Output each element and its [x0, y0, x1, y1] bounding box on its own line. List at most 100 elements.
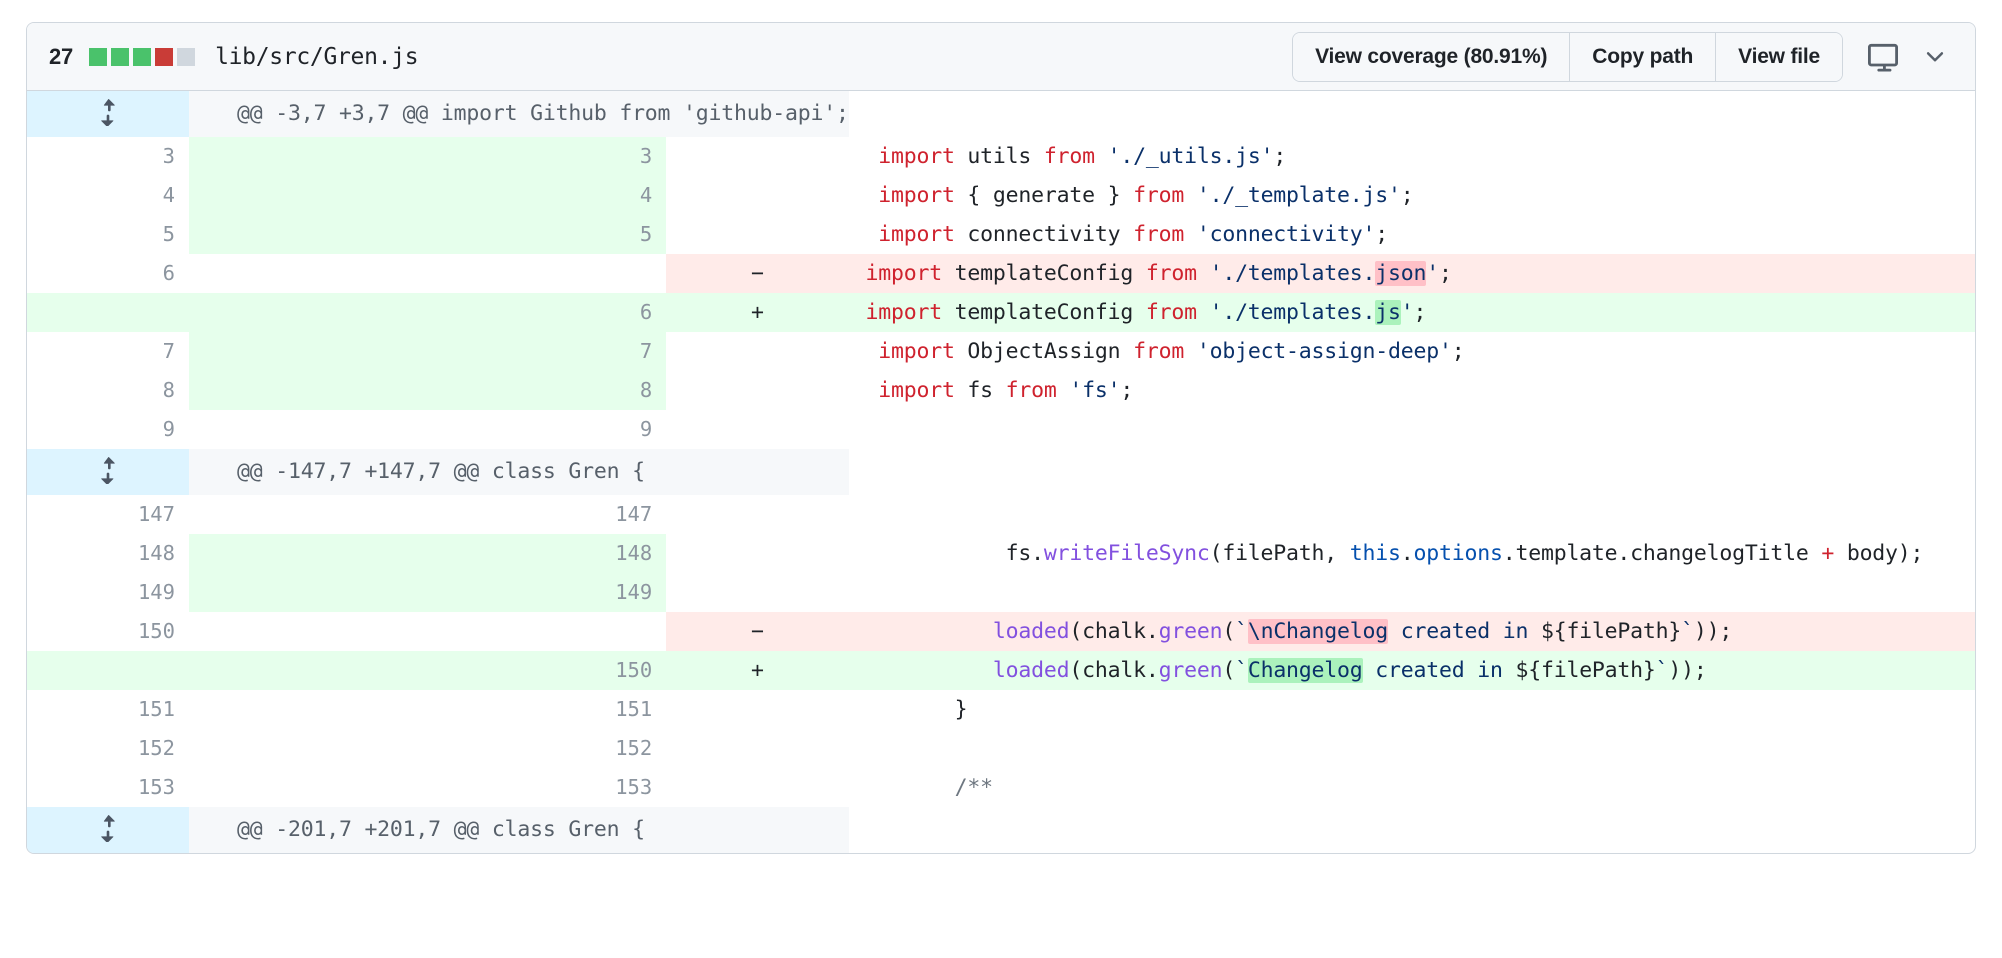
diff-stat-block — [89, 47, 108, 66]
code-cell: /** — [848, 768, 1975, 807]
expand-unfold-icon[interactable] — [27, 91, 189, 137]
diff-line-row[interactable]: 55 import connectivity from 'connectivit… — [27, 215, 1975, 254]
line-number-old[interactable]: 152 — [27, 729, 189, 768]
diff-line-row[interactable]: 152 152 — [27, 729, 1975, 768]
code-token: import — [878, 143, 955, 169]
expand-unfold-icon[interactable] — [27, 449, 189, 495]
line-number-old[interactable]: 148 — [27, 534, 189, 573]
line-number-new[interactable]: 5 — [189, 215, 667, 254]
code-token: './_template.js' — [1196, 182, 1401, 208]
line-number-new[interactable]: 149 — [189, 573, 667, 612]
expand-unfold-icon[interactable] — [27, 807, 189, 853]
line-number-new[interactable]: 4 — [189, 176, 667, 215]
diff-line-row[interactable]: 33 import utils from './_utils.js'; — [27, 137, 1975, 176]
code-token: from — [1133, 182, 1185, 208]
diff-line-row[interactable]: 6 + import templateConfig from './templat… — [27, 293, 1975, 332]
code-cell: } — [848, 690, 1975, 729]
view-file-button[interactable]: View file — [1716, 32, 1842, 81]
code-token: ` — [1235, 618, 1248, 644]
line-number-old[interactable]: 4 — [27, 176, 189, 215]
diff-marker — [666, 495, 849, 534]
diff-marker — [666, 573, 849, 612]
line-number-old[interactable]: 147 — [27, 495, 189, 534]
line-number-old[interactable]: 153 — [27, 768, 189, 807]
line-number-new[interactable]: 151 — [189, 690, 667, 729]
line-number-new[interactable]: 153 — [189, 768, 667, 807]
file-header: 27 lib/src/Gren.js View coverage (80.91%… — [27, 23, 1975, 91]
diff-line-row[interactable]: 99 — [27, 410, 1975, 449]
code-token: )); — [1693, 618, 1733, 644]
diff-line-row[interactable]: 153 153 /** — [27, 768, 1975, 807]
code-token: ; — [1439, 260, 1452, 286]
diff-line-row[interactable]: 88 import fs from 'fs'; — [27, 371, 1975, 410]
line-number-old[interactable]: 150 — [27, 612, 189, 651]
diff-line-row[interactable]: 147 147 — [27, 495, 1975, 534]
diff-marker — [666, 215, 849, 254]
line-number-new[interactable]: 147 — [189, 495, 667, 534]
word-diff-token: js — [1375, 299, 1401, 325]
line-number-new[interactable]: 3 — [189, 137, 667, 176]
line-number-new[interactable] — [189, 254, 667, 293]
diff-line-row[interactable]: 148 148 fs.writeFileSync(filePath, this.o… — [27, 534, 1975, 573]
chevron-down-icon[interactable] — [1913, 33, 1957, 81]
line-number-old[interactable] — [27, 651, 189, 690]
line-number-old[interactable]: 9 — [27, 410, 189, 449]
diff-marker: − — [666, 612, 849, 651]
code-token: ; — [1451, 338, 1465, 364]
diff-stat-block — [111, 47, 130, 66]
line-number-old[interactable] — [27, 293, 189, 332]
diff-line-row[interactable]: 150− loaded(chalk.green(`\nChangelog cre… — [27, 612, 1975, 651]
code-token: ; — [1413, 299, 1427, 325]
line-number-old[interactable]: 3 — [27, 137, 189, 176]
code-token: body); — [1834, 540, 1924, 566]
code-token: import — [878, 338, 955, 364]
diff-page: 27 lib/src/Gren.js View coverage (80.91%… — [0, 0, 2002, 854]
display-icon[interactable] — [1857, 33, 1909, 81]
code-token: from — [1133, 338, 1185, 364]
diff-line-row[interactable]: 150 + loaded(chalk.green(`Changelog creat… — [27, 651, 1975, 690]
code-token: 'object-assign-deep' — [1196, 338, 1452, 364]
line-number-new[interactable]: 148 — [189, 534, 667, 573]
diff-line-row[interactable]: 44 import { generate } from './_template… — [27, 176, 1975, 215]
line-number-old[interactable]: 8 — [27, 371, 189, 410]
line-number-old[interactable]: 5 — [27, 215, 189, 254]
code-token: from — [1145, 299, 1197, 325]
line-number-old[interactable]: 6 — [27, 254, 189, 293]
line-number-old[interactable]: 7 — [27, 332, 189, 371]
copy-path-button[interactable]: Copy path — [1570, 32, 1717, 81]
line-number-new[interactable] — [189, 612, 667, 651]
code-token: templateConfig — [941, 260, 1146, 286]
file-diff-container: 27 lib/src/Gren.js View coverage (80.91%… — [26, 22, 1976, 854]
code-token: templateConfig — [941, 299, 1146, 325]
line-number-old[interactable]: 151 — [27, 690, 189, 729]
code-token: from — [1133, 221, 1185, 247]
line-number-old[interactable]: 149 — [27, 573, 189, 612]
line-number-new[interactable]: 6 — [189, 293, 667, 332]
code-token: ` — [1681, 618, 1694, 644]
line-number-new[interactable]: 7 — [189, 332, 667, 371]
view-coverage-button[interactable]: View coverage (80.91%) — [1293, 32, 1571, 81]
code-token: created in — [1362, 657, 1516, 683]
diff-marker — [666, 410, 849, 449]
line-number-new[interactable]: 152 — [189, 729, 667, 768]
diff-line-row[interactable]: 149 149 — [27, 573, 1975, 612]
hunk-header-text: @@ -3,7 +3,7 @@ import Github from 'gith… — [189, 91, 849, 137]
code-token: )); — [1668, 657, 1707, 683]
code-token: ; — [1400, 182, 1414, 208]
diff-line-row[interactable]: 151 151 } — [27, 690, 1975, 729]
line-number-new[interactable]: 150 — [189, 651, 667, 690]
code-token: fs. — [852, 540, 1044, 566]
diff-line-row[interactable]: 77 import ObjectAssign from 'object-assi… — [27, 332, 1975, 371]
line-number-new[interactable]: 8 — [189, 371, 667, 410]
code-token: { generate } — [954, 182, 1134, 208]
line-number-new[interactable]: 9 — [189, 410, 667, 449]
diff-line-row[interactable]: 6 − import templateConfig from './templat… — [27, 254, 1975, 293]
code-token: green — [1158, 657, 1223, 683]
hunk-header-text: @@ -147,7 +147,7 @@ class Gren { — [189, 449, 849, 495]
